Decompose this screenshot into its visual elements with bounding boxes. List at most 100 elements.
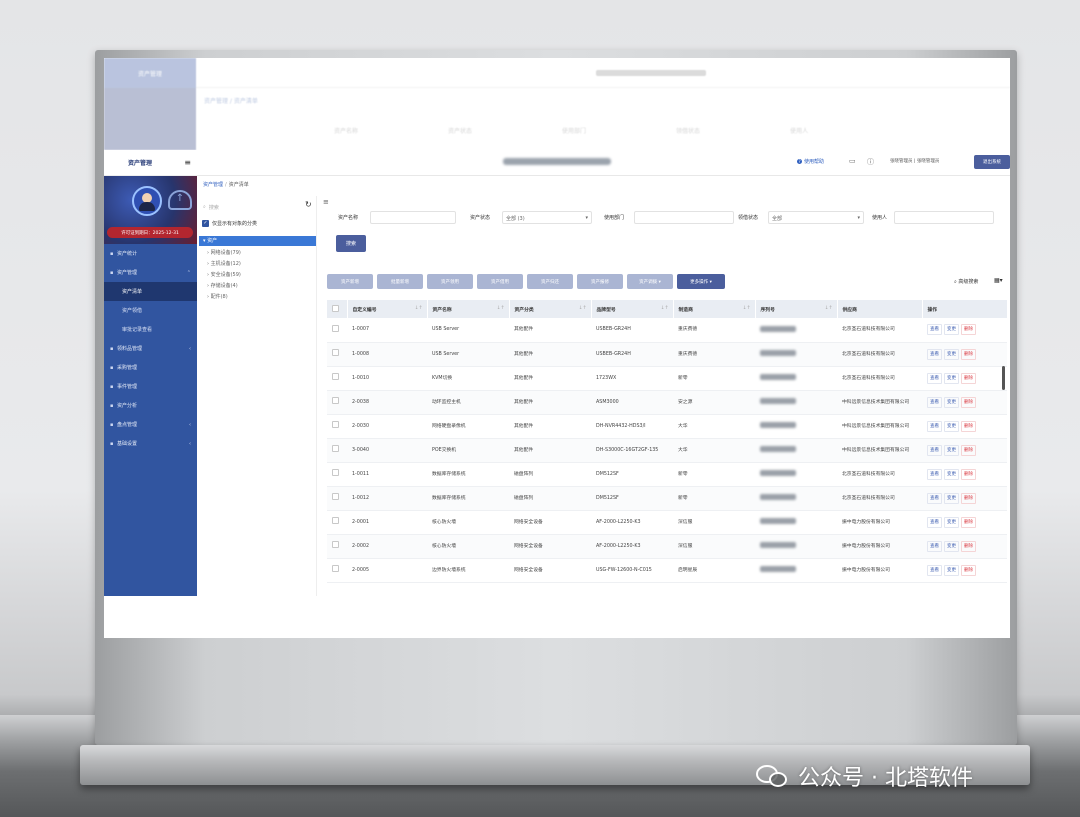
table-row[interactable]: 1-0010 KVM切换 其他配件 1723WX 新零 北京圣石道科技有限公司 查看 变更 删除 xyxy=(327,366,1007,391)
row-checkbox[interactable] xyxy=(332,349,339,356)
view-button[interactable]: 查看 xyxy=(927,396,942,408)
select-all-checkbox[interactable] xyxy=(327,300,348,318)
delete-button[interactable]: 删除 xyxy=(961,420,976,432)
col-header[interactable]: 制造商 ↓↑ xyxy=(673,300,756,318)
col-header[interactable]: 序列号 ↓↑ xyxy=(755,300,838,318)
table-row[interactable]: 1-0012 数据库存储系统 磁盘阵列 DM512SF 新零 北京圣石道科技有限公司 查看变… xyxy=(327,486,1007,511)
change-button[interactable]: 变更 xyxy=(944,348,959,360)
sort-icon[interactable]: ↓↑ xyxy=(414,306,422,311)
sidebar-item[interactable]: ▪ 资产分析 xyxy=(104,396,197,415)
table-row[interactable]: 1-0008 USB Server 其他配件 USBEB-GR24H 重庆费德 北京圣石道… xyxy=(327,342,1007,367)
delete-button[interactable]: 删除 xyxy=(961,540,976,552)
advanced-search-link[interactable]: ⌕ 高级搜索 xyxy=(954,278,978,285)
table-scrollbar[interactable] xyxy=(1002,366,1005,390)
sort-icon[interactable]: ↓↑ xyxy=(660,306,668,311)
sort-icon[interactable]: ↓↑ xyxy=(496,306,504,311)
table-row[interactable]: 1-0011 数据库存储系统 磁盘阵列 DM512SF 新零 北京圣石道科技有限公司 查看变… xyxy=(327,462,1007,487)
sidebar-item[interactable]: ▪ 资产统计 xyxy=(104,244,197,263)
sidebar-subitem[interactable]: 审批记录查看 xyxy=(104,320,197,339)
tree-node[interactable]: › 配件(8) xyxy=(207,293,228,300)
view-button[interactable]: 查看 xyxy=(927,468,942,480)
table-row[interactable]: 3-0040 POE交换机 其他配件 DH-S3000C-16GT2GF-135 大华 中… xyxy=(327,438,1007,463)
col-header[interactable]: 供应商 xyxy=(837,300,923,318)
user-info[interactable]: 张晓管理员 | 张晓管理员 xyxy=(890,158,939,164)
change-button[interactable]: 变更 xyxy=(944,492,959,504)
sidebar-item[interactable]: ▪ 事件管理 xyxy=(104,377,197,396)
table-row[interactable]: 2-0002 核心防火墙 网络安全设备 AF-2000-L2250-K3 深信服 振中电力… xyxy=(327,534,1007,559)
breadcrumb-parent[interactable]: 资产管理 xyxy=(203,182,223,188)
change-button[interactable]: 变更 xyxy=(944,516,959,528)
delete-button[interactable]: 删除 xyxy=(961,372,976,384)
row-checkbox[interactable] xyxy=(332,565,339,572)
view-button[interactable]: 查看 xyxy=(927,372,942,384)
tree-root-node[interactable]: ▾ 资产 xyxy=(199,236,316,246)
sidebar-item[interactable]: ▪ 采购管理 xyxy=(104,358,197,377)
lease-status-select[interactable]: 全部 ▾ xyxy=(768,211,864,224)
refresh-icon[interactable]: ↻ xyxy=(305,200,312,209)
delete-button[interactable]: 删除 xyxy=(961,468,976,480)
row-checkbox[interactable] xyxy=(332,445,339,452)
row-checkbox[interactable] xyxy=(332,397,339,404)
row-checkbox[interactable] xyxy=(332,469,339,476)
sort-icon[interactable]: ↓↑ xyxy=(578,306,586,311)
department-input[interactable] xyxy=(634,211,734,224)
checkbox-checked-icon[interactable]: ✓ xyxy=(202,220,209,227)
change-button[interactable]: 变更 xyxy=(944,372,959,384)
message-icon[interactable]: ▭ xyxy=(849,157,856,165)
col-header[interactable]: 资产名称 ↓↑ xyxy=(427,300,510,318)
delete-button[interactable]: 删除 xyxy=(961,444,976,456)
avatar[interactable] xyxy=(132,186,162,216)
delete-button[interactable]: 删除 xyxy=(961,516,976,528)
asset-transfer-button[interactable]: 资产调拨 ▾ xyxy=(627,274,673,289)
view-button[interactable]: 查看 xyxy=(927,348,942,360)
change-button[interactable]: 变更 xyxy=(944,444,959,456)
asset-receive-button[interactable]: 资产领用 xyxy=(427,274,473,289)
logout-button[interactable]: 退出系统 xyxy=(974,155,1010,169)
view-button[interactable]: 查看 xyxy=(927,444,942,456)
show-empty-checkbox[interactable]: ✓ 仅显示有对象的分类 xyxy=(202,220,257,227)
tree-node[interactable]: › 主机设备(12) xyxy=(207,260,241,267)
sidebar-subitem[interactable]: 资产领借 xyxy=(104,301,197,320)
tree-node[interactable]: › 存储设备(4) xyxy=(207,282,238,289)
view-button[interactable]: 查看 xyxy=(927,540,942,552)
sidebar-item[interactable]: ▪ 盘点管理 ‹ xyxy=(104,415,197,434)
delete-button[interactable]: 删除 xyxy=(961,492,976,504)
sort-icon[interactable]: ↓↑ xyxy=(824,306,832,311)
view-button[interactable]: 查看 xyxy=(927,564,942,576)
asset-status-select[interactable]: 全部 (3) ▾ xyxy=(502,211,592,224)
row-checkbox[interactable] xyxy=(332,373,339,380)
sidebar-subitem[interactable]: 资产清单 xyxy=(104,282,197,301)
menu-toggle-icon[interactable]: ≡ xyxy=(184,158,191,167)
delete-button[interactable]: 删除 xyxy=(961,396,976,408)
sidebar-item[interactable]: ▪ 领料品管理 ‹ xyxy=(104,339,197,358)
view-button[interactable]: 查看 xyxy=(927,324,942,336)
column-settings-icon[interactable]: ▦▾ xyxy=(994,277,1003,284)
info-icon[interactable]: ⓘ xyxy=(867,157,874,167)
view-button[interactable]: 查看 xyxy=(927,492,942,504)
table-row[interactable]: 2-0038 动环监控主机 其他配件 ASM3000 安之源 中科远景信息技术集团有限公司… xyxy=(327,390,1007,415)
row-checkbox[interactable] xyxy=(332,421,339,428)
change-button[interactable]: 变更 xyxy=(944,468,959,480)
tree-search-input[interactable]: ⌕ 搜索 xyxy=(203,201,303,213)
table-row[interactable]: 1-0007 USB Server 其他配件 USBEB-GR24H 重庆费德 北京圣石道… xyxy=(327,318,1007,343)
change-button[interactable]: 变更 xyxy=(944,396,959,408)
delete-button[interactable]: 删除 xyxy=(961,348,976,360)
change-button[interactable]: 变更 xyxy=(944,540,959,552)
add-asset-button[interactable]: 资产新增 xyxy=(327,274,373,289)
asset-repair-button[interactable]: 资产报修 xyxy=(577,274,623,289)
change-button[interactable]: 变更 xyxy=(944,564,959,576)
table-row[interactable]: 2-0005 边界防火墙系统 网络安全设备 USG-FW-12600-N-C015 启明… xyxy=(327,558,1007,583)
col-header[interactable]: 自定义编号 ↓↑ xyxy=(347,300,428,318)
delete-button[interactable]: 删除 xyxy=(961,564,976,576)
sort-icon[interactable]: ↓↑ xyxy=(742,306,750,311)
col-header[interactable]: 资产分类 ↓↑ xyxy=(509,300,592,318)
table-row[interactable]: 2-0030 网络硬盘录像机 其他配件 DH-NVR4432-HDS3/I 大华 中科远景… xyxy=(327,414,1007,439)
help-link[interactable]: ? 使用帮助 xyxy=(797,158,824,165)
row-checkbox[interactable] xyxy=(332,517,339,524)
view-button[interactable]: 查看 xyxy=(927,516,942,528)
delete-button[interactable]: 删除 xyxy=(961,324,976,336)
tree-node[interactable]: › 网络设备(79) xyxy=(207,249,241,256)
view-button[interactable]: 查看 xyxy=(927,420,942,432)
col-header[interactable]: 品牌型号 ↓↑ xyxy=(591,300,674,318)
user-input[interactable] xyxy=(894,211,994,224)
